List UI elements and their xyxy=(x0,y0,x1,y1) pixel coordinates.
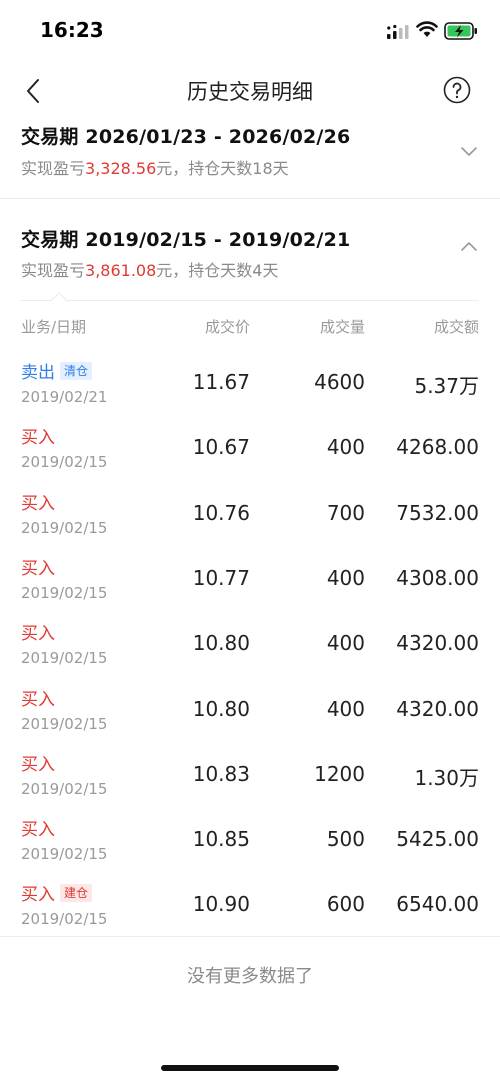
position-tag: 建仓 xyxy=(60,884,93,903)
header-business-date: 业务/日期 xyxy=(21,318,87,336)
table-row[interactable]: 买入 2019/02/15 10.80 400 4320.00 xyxy=(0,685,500,750)
trade-history-screen: 16:23 历史交易明细 交易期 2026/01/23 - 2026/02/26… xyxy=(0,0,500,1083)
trade-amount: 5.37万 xyxy=(414,374,479,398)
trade-price: 10.80 xyxy=(192,631,250,656)
chevron-up-icon[interactable] xyxy=(460,241,478,253)
trade-amount: 7532.00 xyxy=(396,500,479,525)
trade-action: 买入 xyxy=(21,885,55,906)
table-row[interactable]: 买入 2019/02/15 10.67 400 4268.00 xyxy=(0,423,500,488)
period-summary: 实现盈亏3,861.08元，持仓天数4天 xyxy=(21,257,278,281)
pnl-suffix: 元，持仓天数4天 xyxy=(156,261,279,280)
table-row[interactable]: 买入 2019/02/15 10.77 400 4308.00 xyxy=(0,554,500,619)
table-row[interactable]: 买入 2019/02/15 10.83 1200 1.30万 xyxy=(0,750,500,815)
trade-volume: 400 xyxy=(326,565,365,590)
status-time: 16:23 xyxy=(40,18,104,42)
trade-price: 10.77 xyxy=(192,565,250,590)
divider xyxy=(0,198,500,199)
signal-icon xyxy=(387,24,409,39)
trade-volume: 400 xyxy=(326,631,365,656)
trade-action: 买入 xyxy=(21,754,55,775)
pnl-label: 实现盈亏 xyxy=(21,159,86,178)
trade-price: 10.76 xyxy=(192,500,250,525)
trade-date: 2019/02/15 xyxy=(21,649,108,668)
pnl-value: 3,861.08 xyxy=(85,261,157,280)
trade-date: 2019/02/15 xyxy=(21,845,108,864)
trade-price: 11.67 xyxy=(192,370,250,394)
trade-volume: 500 xyxy=(326,827,365,852)
trade-action: 买入 xyxy=(21,624,55,645)
divider xyxy=(0,936,500,937)
status-bar: 16:23 xyxy=(0,0,500,60)
header-volume: 成交量 xyxy=(319,318,365,336)
battery-charging-icon xyxy=(444,22,477,40)
trade-action: 买入 xyxy=(21,558,55,579)
trade-amount: 5425.00 xyxy=(396,827,479,852)
divider xyxy=(21,300,479,301)
home-indicator xyxy=(161,1065,339,1071)
trade-date: 2019/02/15 xyxy=(21,518,108,537)
table-row[interactable]: 买入 2019/02/15 10.80 400 4320.00 xyxy=(0,619,500,684)
pnl-suffix: 元，持仓天数18天 xyxy=(156,159,289,178)
trade-price: 10.85 xyxy=(192,827,250,852)
trade-price: 10.83 xyxy=(192,761,250,786)
trade-action: 卖出 xyxy=(21,363,55,383)
trade-action: 买入 xyxy=(21,428,55,449)
trade-volume: 400 xyxy=(326,435,365,460)
pnl-label: 实现盈亏 xyxy=(21,261,86,280)
trade-volume: 700 xyxy=(326,500,365,525)
trade-price: 10.80 xyxy=(192,696,250,721)
nav-bar: 历史交易明细 xyxy=(0,60,500,118)
pnl-value: 3,328.56 xyxy=(85,159,157,178)
trade-date: 2019/02/15 xyxy=(21,714,108,733)
trade-amount: 4308.00 xyxy=(396,565,479,590)
period-summary: 实现盈亏3,328.56元，持仓天数18天 xyxy=(21,155,289,179)
trade-amount: 4320.00 xyxy=(396,631,479,656)
chevron-down-icon[interactable] xyxy=(460,145,478,157)
trade-date: 2019/02/15 xyxy=(21,910,108,929)
trade-date: 2019/02/15 xyxy=(21,453,108,472)
trade-price: 10.67 xyxy=(192,435,250,460)
trade-action: 买入 xyxy=(21,820,55,841)
trade-volume: 600 xyxy=(326,892,365,917)
trade-volume: 1200 xyxy=(314,761,365,786)
trade-amount: 1.30万 xyxy=(414,765,479,790)
trade-date: 2019/02/21 xyxy=(21,388,108,406)
help-icon[interactable] xyxy=(443,76,471,104)
trade-amount: 6540.00 xyxy=(396,892,479,917)
trade-date: 2019/02/15 xyxy=(21,779,108,798)
header-amount: 成交额 xyxy=(433,318,479,336)
trade-date: 2019/02/15 xyxy=(21,583,108,602)
trade-volume: 4600 xyxy=(314,370,365,394)
no-more-data-text: 没有更多数据了 xyxy=(187,966,313,987)
trade-volume: 400 xyxy=(326,696,365,721)
trade-action: 买入 xyxy=(21,493,55,514)
period-title: 交易期 2019/02/15 - 2019/02/21 xyxy=(21,229,351,251)
wifi-icon xyxy=(416,21,438,37)
period-title: 交易期 2026/01/23 - 2026/02/26 xyxy=(21,126,351,148)
table-row[interactable]: 买入 2019/02/15 10.85 500 5425.00 xyxy=(0,815,500,880)
position-tag: 清仓 xyxy=(60,362,93,380)
table-row[interactable]: 卖出 清仓 2019/02/21 11.67 4600 5.37万 xyxy=(0,358,500,423)
table-row[interactable]: 买入 2019/02/15 10.76 700 7532.00 xyxy=(0,489,500,554)
page-title: 历史交易明细 xyxy=(187,80,313,104)
pointer-caret-icon xyxy=(50,292,68,302)
trade-amount: 4268.00 xyxy=(396,435,479,460)
trade-amount: 4320.00 xyxy=(396,696,479,721)
header-price: 成交价 xyxy=(204,318,250,336)
trade-price: 10.90 xyxy=(192,892,250,917)
trade-action: 买入 xyxy=(21,689,55,710)
